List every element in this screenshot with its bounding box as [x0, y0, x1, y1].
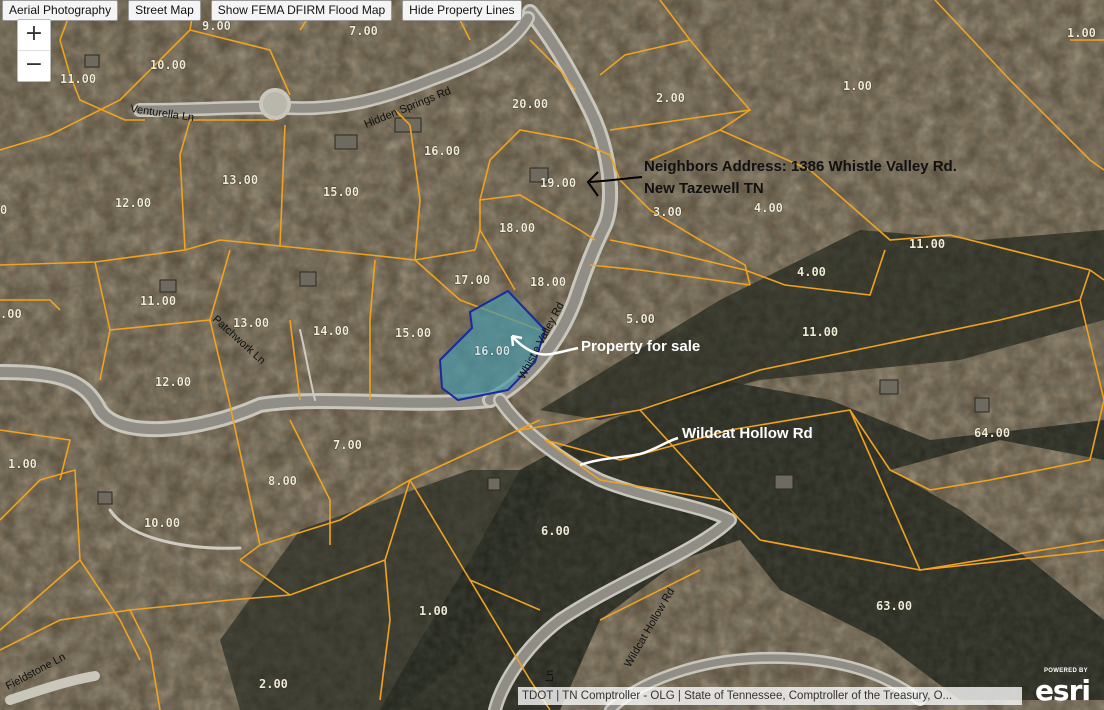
- esri-wordmark: esri: [1034, 674, 1091, 707]
- flood-map-button[interactable]: Show FEMA DFIRM Flood Map: [210, 0, 393, 21]
- parcel-acreage: 0: [0, 203, 7, 217]
- zoom-control: + −: [17, 19, 51, 82]
- parcel-acreage: 19.00: [540, 176, 576, 190]
- map-toolbar: Aerial Photography Street Map Show FEMA …: [0, 0, 522, 22]
- parcel-acreage: 16.00: [424, 144, 460, 158]
- neighbors-address-line1: Neighbors Address: 1386 Whistle Valley R…: [644, 158, 957, 175]
- parcel-acreage: 1.00: [419, 604, 448, 618]
- property-for-sale-label: Property for sale: [581, 338, 700, 355]
- parcel-acreage: 1.00: [843, 79, 872, 93]
- parcel-acreage: 17.00: [454, 273, 490, 287]
- parcel-acreage: 3.00: [653, 205, 682, 219]
- road-label-partial: Ln: [544, 670, 556, 682]
- parcel-acreage: .00: [0, 307, 22, 321]
- map-attribution: TDOT | TN Comptroller - OLG | State of T…: [518, 687, 1022, 705]
- parcel-acreage: 12.00: [115, 196, 151, 210]
- esri-logo[interactable]: POWERED BY esri: [1030, 668, 1092, 707]
- parcel-acreage: 13.00: [222, 173, 258, 187]
- parcel-acreage: 14.00: [313, 324, 349, 338]
- parcel-acreage: 1.00: [8, 457, 37, 471]
- hide-property-lines-button[interactable]: Hide Property Lines: [402, 0, 522, 21]
- wildcat-hollow-label: Wildcat Hollow Rd: [682, 425, 813, 442]
- aerial-photography-button[interactable]: Aerial Photography: [2, 0, 119, 21]
- parcel-acreage: 15.00: [323, 185, 359, 199]
- parcel-acreage: 16.00: [474, 344, 510, 358]
- parcel-acreage: 12.00: [155, 375, 191, 389]
- zoom-in-button[interactable]: +: [18, 20, 50, 50]
- parcel-acreage: 7.00: [333, 438, 362, 452]
- parcel-acreage: 11.00: [60, 72, 96, 86]
- aerial-map[interactable]: 9.00 7.00 11.00 10.00 20.00 2.00 1.00 1.…: [0, 0, 1104, 710]
- parcel-acreage: 4.00: [754, 201, 783, 215]
- parcel-acreage: 11.00: [909, 237, 945, 251]
- parcel-acreage: 2.00: [259, 677, 288, 691]
- parcel-acreage: 11.00: [140, 294, 176, 308]
- parcel-acreage: 13.00: [233, 316, 269, 330]
- parcel-acreage: 64.00: [974, 426, 1010, 440]
- street-map-button[interactable]: Street Map: [128, 0, 201, 21]
- parcel-acreage: 15.00: [395, 326, 431, 340]
- parcel-acreage: 4.00: [797, 265, 826, 279]
- parcel-acreage: 10.00: [150, 58, 186, 72]
- parcel-acreage: 18.00: [530, 275, 566, 289]
- parcel-acreage: 11.00: [802, 325, 838, 339]
- parcel-acreage: 2.00: [656, 91, 685, 105]
- parcel-acreage: 8.00: [268, 474, 297, 488]
- parcel-acreage: 6.00: [541, 524, 570, 538]
- neighbors-address-line2: New Tazewell TN: [644, 180, 764, 197]
- parcel-acreage: 1.00: [1067, 26, 1096, 40]
- parcel-acreage: 5.00: [626, 312, 655, 326]
- parcel-acreage: 10.00: [144, 516, 180, 530]
- zoom-out-button[interactable]: −: [18, 50, 50, 81]
- parcel-acreage: 18.00: [499, 221, 535, 235]
- parcel-acreage: 20.00: [512, 97, 548, 111]
- parcel-acreage: 63.00: [876, 599, 912, 613]
- parcel-acreage: 7.00: [349, 24, 378, 38]
